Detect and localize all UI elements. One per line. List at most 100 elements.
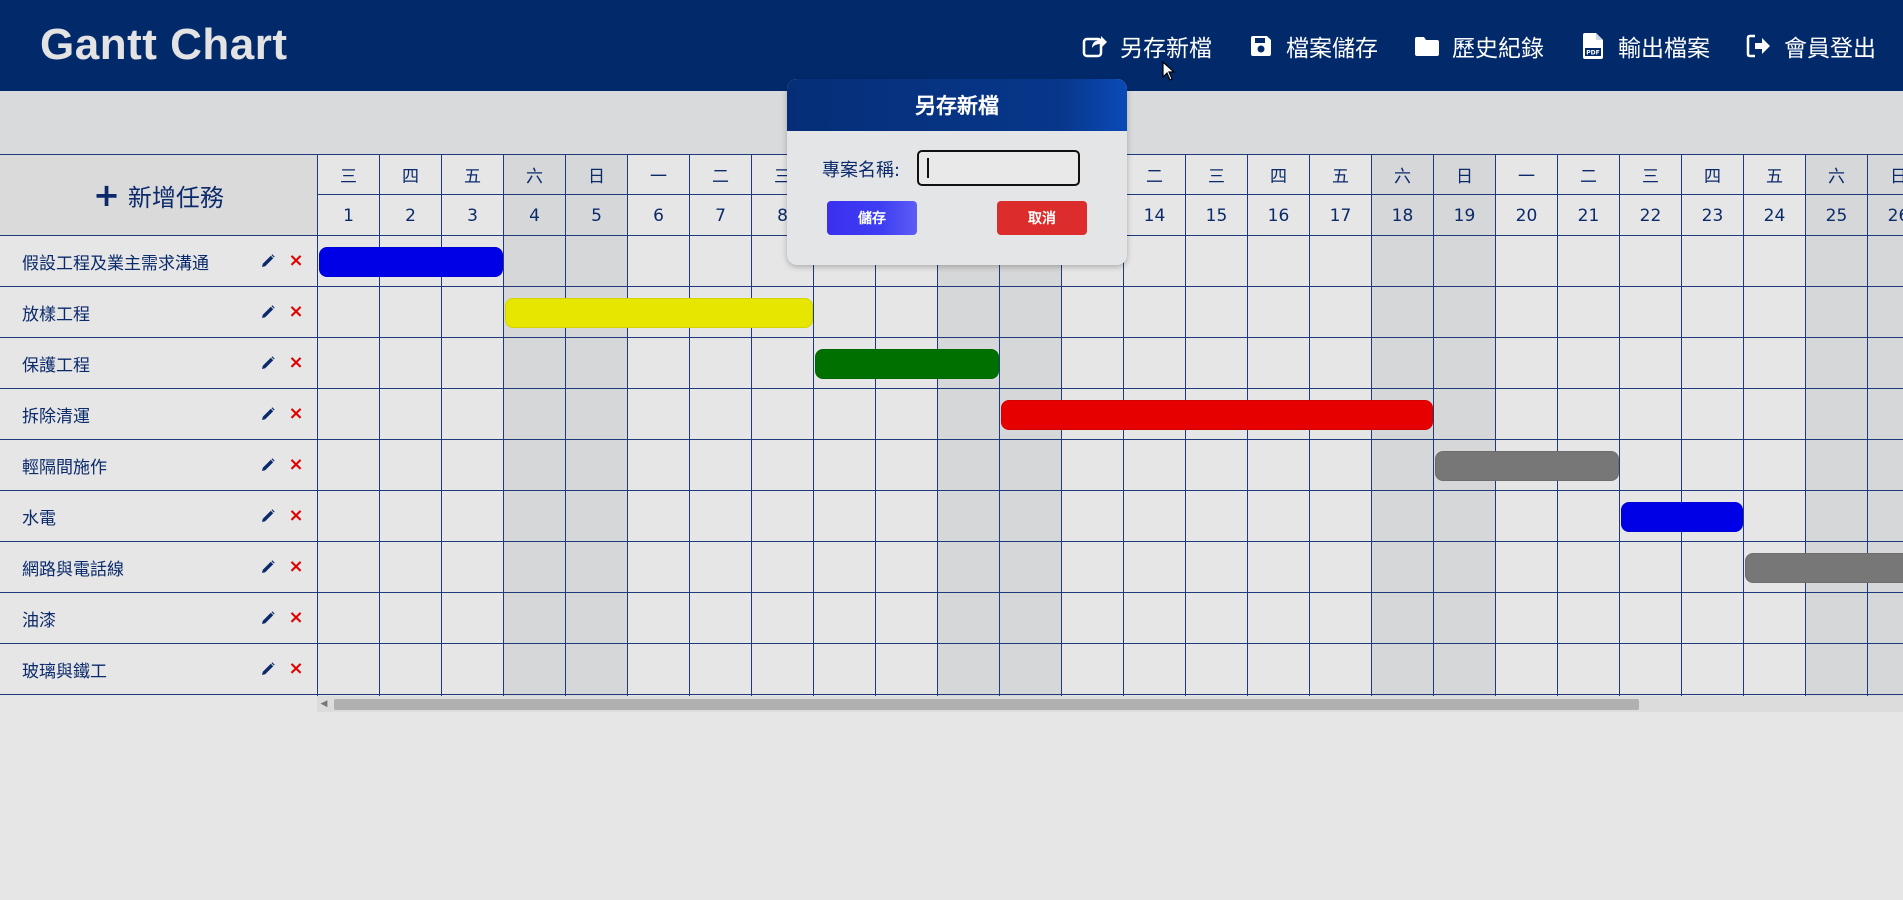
day-column	[442, 236, 504, 696]
task-bar[interactable]	[505, 298, 813, 328]
weekday-header-cell: 六	[1806, 154, 1868, 194]
pencil-icon[interactable]	[259, 354, 277, 372]
add-task-button[interactable]: + 新增任務	[93, 178, 224, 213]
row-divider	[318, 439, 1903, 440]
date-header-cell: 1	[318, 194, 380, 236]
task-row: 輕隔間施作 ×	[0, 440, 317, 491]
delete-x-icon[interactable]: ×	[287, 252, 305, 270]
task-bar[interactable]	[1745, 553, 1903, 583]
day-column	[1868, 236, 1903, 696]
day-column	[1124, 236, 1186, 696]
pencil-icon[interactable]	[259, 660, 277, 678]
day-column	[1620, 236, 1682, 696]
pencil-icon[interactable]	[259, 303, 277, 321]
date-header-cell: 15	[1186, 194, 1248, 236]
date-header-cell: 24	[1744, 194, 1806, 236]
date-header-cell: 14	[1124, 194, 1186, 236]
pencil-icon[interactable]	[259, 507, 277, 525]
row-divider	[318, 286, 1903, 287]
svg-text:PDF: PDF	[1586, 50, 1599, 57]
weekday-header-cell: 一	[628, 154, 690, 194]
day-column	[1806, 236, 1868, 696]
pencil-icon[interactable]	[259, 252, 277, 270]
row-divider	[318, 643, 1903, 644]
logout-button[interactable]: 會員登出	[1744, 29, 1876, 63]
project-name-label: 專案名稱:	[822, 160, 901, 181]
file-save-label: 檔案儲存	[1286, 36, 1378, 62]
date-header-cell: 17	[1310, 194, 1372, 236]
weekday-header-cell: 六	[1372, 154, 1434, 194]
mouse-pointer-icon	[1162, 61, 1176, 81]
pencil-icon[interactable]	[259, 609, 277, 627]
row-divider	[318, 541, 1903, 542]
delete-x-icon[interactable]: ×	[287, 609, 305, 627]
day-column	[1248, 236, 1310, 696]
project-name-input[interactable]	[917, 150, 1080, 186]
task-name: 網路與電話線	[22, 559, 124, 580]
horizontal-scrollbar[interactable]: ◀	[317, 696, 1903, 712]
weekday-header-cell: 六	[504, 154, 566, 194]
export-file-label: 輸出檔案	[1618, 36, 1710, 62]
row-divider	[318, 490, 1903, 491]
delete-x-icon[interactable]: ×	[287, 405, 305, 423]
day-column	[318, 236, 380, 696]
weekday-header-cell: 二	[690, 154, 752, 194]
scroll-thumb[interactable]	[334, 699, 1639, 710]
day-column	[1310, 236, 1372, 696]
task-bar[interactable]	[1001, 400, 1433, 430]
history-button[interactable]: 歷史紀錄	[1412, 29, 1544, 63]
pencil-icon[interactable]	[259, 558, 277, 576]
task-row: 網路與電話線 ×	[0, 542, 317, 593]
history-label: 歷史紀錄	[1452, 36, 1544, 62]
task-name: 假設工程及業主需求溝通	[22, 253, 209, 274]
pencil-icon[interactable]	[259, 405, 277, 423]
weekday-header-cell: 五	[442, 154, 504, 194]
date-header-cell: 3	[442, 194, 504, 236]
file-save-button[interactable]: 檔案儲存	[1246, 29, 1378, 63]
export-file-button[interactable]: PDF 輸出檔案	[1578, 29, 1710, 63]
task-row: 玻璃與鐵工 ×	[0, 644, 317, 695]
weekday-header-cell: 二	[1558, 154, 1620, 194]
task-row: 拆除清運 ×	[0, 389, 317, 440]
pencil-icon[interactable]	[259, 456, 277, 474]
row-divider	[318, 337, 1903, 338]
date-header-cell: 16	[1248, 194, 1310, 236]
scroll-left-icon[interactable]: ◀	[317, 696, 331, 712]
delete-x-icon[interactable]: ×	[287, 558, 305, 576]
day-column	[814, 236, 876, 696]
dialog-save-button[interactable]: 儲存	[827, 201, 917, 235]
task-bar[interactable]	[1621, 502, 1743, 532]
weekday-header-cell: 四	[1682, 154, 1744, 194]
day-column	[1744, 236, 1806, 696]
pdf-file-icon: PDF	[1578, 31, 1608, 61]
task-bar[interactable]	[319, 247, 503, 277]
sign-out-icon	[1744, 31, 1774, 61]
delete-x-icon[interactable]: ×	[287, 456, 305, 474]
delete-x-icon[interactable]: ×	[287, 507, 305, 525]
share-export-icon	[1080, 31, 1110, 61]
task-bar[interactable]	[1435, 451, 1619, 481]
floppy-disk-icon	[1246, 31, 1276, 61]
weekday-header-cell: 三	[1186, 154, 1248, 194]
delete-x-icon[interactable]: ×	[287, 660, 305, 678]
weekday-header-cell: 日	[566, 154, 628, 194]
date-header-cell: 4	[504, 194, 566, 236]
weekday-header-cell: 三	[1620, 154, 1682, 194]
task-name: 水電	[22, 508, 56, 529]
day-column	[1372, 236, 1434, 696]
weekday-header-cell: 二	[1124, 154, 1186, 194]
task-row: 水電 ×	[0, 491, 317, 542]
delete-x-icon[interactable]: ×	[287, 354, 305, 372]
text-caret	[927, 158, 929, 178]
save-as-new-button[interactable]: 另存新檔	[1080, 29, 1212, 63]
dialog-title: 另存新檔	[787, 79, 1127, 131]
task-row: 放樣工程 ×	[0, 287, 317, 338]
top-navbar: Gantt Chart 另存新檔 檔案儲存 歷史紀錄 PDF 輸出檔案 會員登出	[0, 0, 1903, 91]
task-bar[interactable]	[815, 349, 999, 379]
date-header-cell: 22	[1620, 194, 1682, 236]
row-divider	[318, 592, 1903, 593]
day-column	[1186, 236, 1248, 696]
delete-x-icon[interactable]: ×	[287, 303, 305, 321]
dialog-cancel-button[interactable]: 取消	[997, 201, 1087, 235]
date-header-cell: 23	[1682, 194, 1744, 236]
